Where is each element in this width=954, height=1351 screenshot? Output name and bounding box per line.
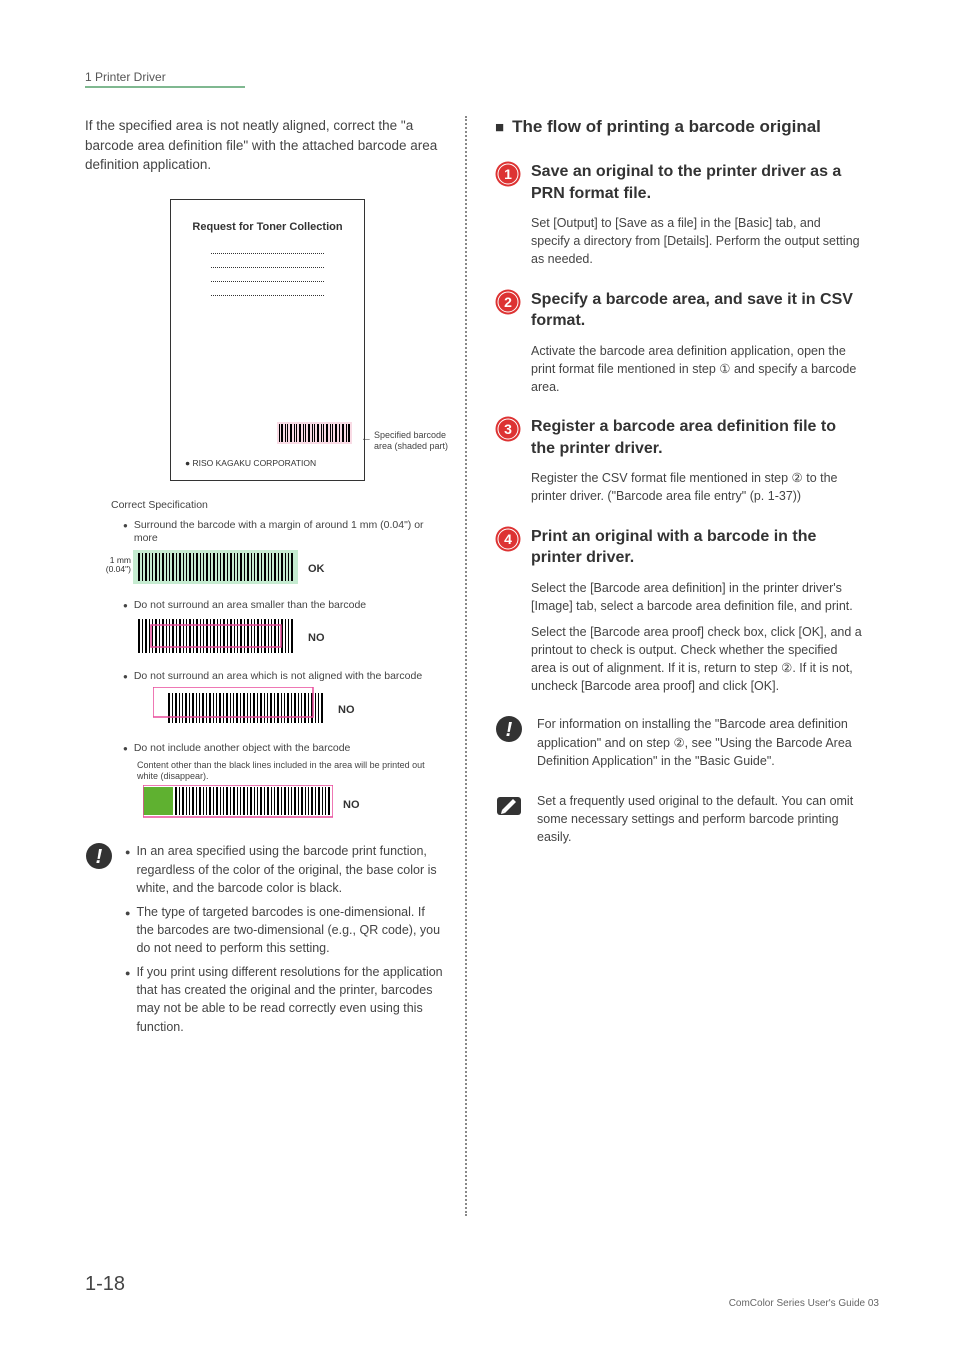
step-3: 3 Register a barcode area definition fil… — [495, 416, 862, 505]
right-column: ■ The flow of printing a barcode origina… — [467, 116, 862, 1216]
note-text: If you print using different resolutions… — [136, 963, 445, 1036]
step-body: Register the CSV format file mentioned i… — [531, 469, 862, 505]
notes-list: In an area specified using the barcode p… — [125, 842, 445, 1041]
header-rule — [85, 86, 245, 88]
barcode-no3 — [143, 785, 333, 824]
step-body-p2: Select the [Barcode area proof] check bo… — [531, 623, 862, 696]
step-4: 4 Print an original with a barcode in th… — [495, 526, 862, 696]
svg-text:1: 1 — [504, 166, 512, 182]
caution-icon: ! — [495, 715, 523, 743]
spec4-text: Do not include another object with the b… — [134, 742, 351, 756]
right-caution-note: ! For information on installing the "Bar… — [495, 715, 862, 769]
svg-text:4: 4 — [504, 531, 512, 547]
note-item: The type of targeted barcodes is one-dim… — [125, 903, 445, 957]
step-number-icon: 4 — [495, 526, 521, 552]
step-body-p1: Select the [Barcode area definition] in … — [531, 579, 862, 615]
barcode-icon — [277, 422, 352, 444]
note-text: In an area specified using the barcode p… — [136, 842, 445, 896]
no-label-3: NO — [343, 799, 360, 811]
step-title: Print an original with a barcode in the … — [531, 526, 862, 569]
note-item: If you print using different resolutions… — [125, 963, 445, 1036]
intro-text: If the specified area is not neatly alig… — [85, 116, 445, 175]
svg-text:!: ! — [506, 719, 513, 741]
step-number-icon: 2 — [495, 289, 521, 315]
spec1-text: Surround the barcode with a margin of ar… — [134, 519, 445, 546]
barcode-no2 — [153, 687, 328, 732]
barcode-ok — [133, 550, 298, 589]
left-column: If the specified area is not neatly alig… — [85, 116, 465, 1216]
sample-title: Request for Toner Collection — [185, 220, 350, 234]
svg-text:!: ! — [96, 846, 103, 868]
subheading: ■ The flow of printing a barcode origina… — [495, 116, 862, 139]
mm-label: 1 mm (0.04") — [97, 556, 131, 575]
step-body: Set [Output] to [Save as a file] in the … — [531, 214, 862, 268]
two-column-layout: If the specified area is not neatly alig… — [85, 116, 879, 1216]
step-title: Specify a barcode area, and save it in C… — [531, 289, 862, 332]
step-body: Select the [Barcode area definition] in … — [531, 579, 862, 696]
step-2: 2 Specify a barcode area, and save it in… — [495, 289, 862, 397]
tip-text: Set a frequently used original to the de… — [537, 792, 862, 846]
right-tip-note: Set a frequently used original to the de… — [495, 792, 862, 846]
barcode-no2-row: NO — [133, 687, 445, 732]
step-title: Save an original to the printer driver a… — [531, 161, 862, 204]
no-label-1: NO — [308, 632, 325, 644]
sample-barcode — [277, 422, 352, 444]
step-number-icon: 1 — [495, 161, 521, 187]
spec4: Do not include another object with the b… — [123, 742, 445, 756]
spec2-text: Do not surround an area smaller than the… — [134, 599, 366, 613]
no-label-2: NO — [338, 704, 355, 716]
dotted-line — [211, 262, 324, 268]
barcode-no1-row: NO — [133, 617, 445, 660]
dotted-line — [211, 276, 324, 282]
barcode-ok-row: 1 mm (0.04") OK — [133, 550, 445, 589]
caution-icon: ! — [85, 842, 113, 870]
step-number-icon: 3 — [495, 416, 521, 442]
spec3-text: Do not surround an area which is not ali… — [134, 670, 422, 684]
svg-text:2: 2 — [504, 294, 512, 310]
step-title: Register a barcode area definition file … — [531, 416, 862, 459]
caution-notes: ! In an area specified using the barcode… — [85, 842, 445, 1041]
note-item: In an area specified using the barcode p… — [125, 842, 445, 896]
ok-label: OK — [308, 563, 325, 575]
step-1: 1 Save an original to the printer driver… — [495, 161, 862, 269]
section-header: 1 Printer Driver — [85, 70, 879, 84]
sample-document-box: Request for Toner Collection ● RISO KAGA… — [170, 199, 365, 481]
note-text: The type of targeted barcodes is one-dim… — [136, 903, 445, 957]
correct-spec-caption: Correct Specification — [111, 499, 445, 511]
pencil-tip-icon — [495, 792, 523, 820]
sample-corp: ● RISO KAGAKU CORPORATION — [185, 458, 316, 468]
step-body: Activate the barcode area definition app… — [531, 342, 862, 396]
subheading-text: The flow of printing a barcode original — [512, 116, 821, 139]
barcode-annotation: Specified barcode area (shaded part) — [374, 430, 456, 452]
caution-text: For information on installing the "Barco… — [537, 715, 862, 769]
spec2: Do not surround an area smaller than the… — [123, 599, 445, 613]
page-number: 1-18 — [85, 1273, 125, 1296]
barcode-no1 — [133, 617, 298, 660]
square-bullet-icon: ■ — [495, 118, 504, 138]
barcode-no3-row: NO — [133, 785, 445, 824]
spec1: Surround the barcode with a margin of ar… — [123, 519, 445, 546]
svg-text:3: 3 — [504, 421, 512, 437]
dotted-line — [211, 290, 324, 296]
footer-text: ComColor Series User's Guide 03 — [729, 1298, 879, 1309]
spec4-sub: Content other than the black lines inclu… — [137, 760, 445, 782]
dotted-line — [211, 248, 324, 254]
sample-corp-text: RISO KAGAKU CORPORATION — [193, 458, 317, 468]
spec3: Do not surround an area which is not ali… — [123, 670, 445, 684]
